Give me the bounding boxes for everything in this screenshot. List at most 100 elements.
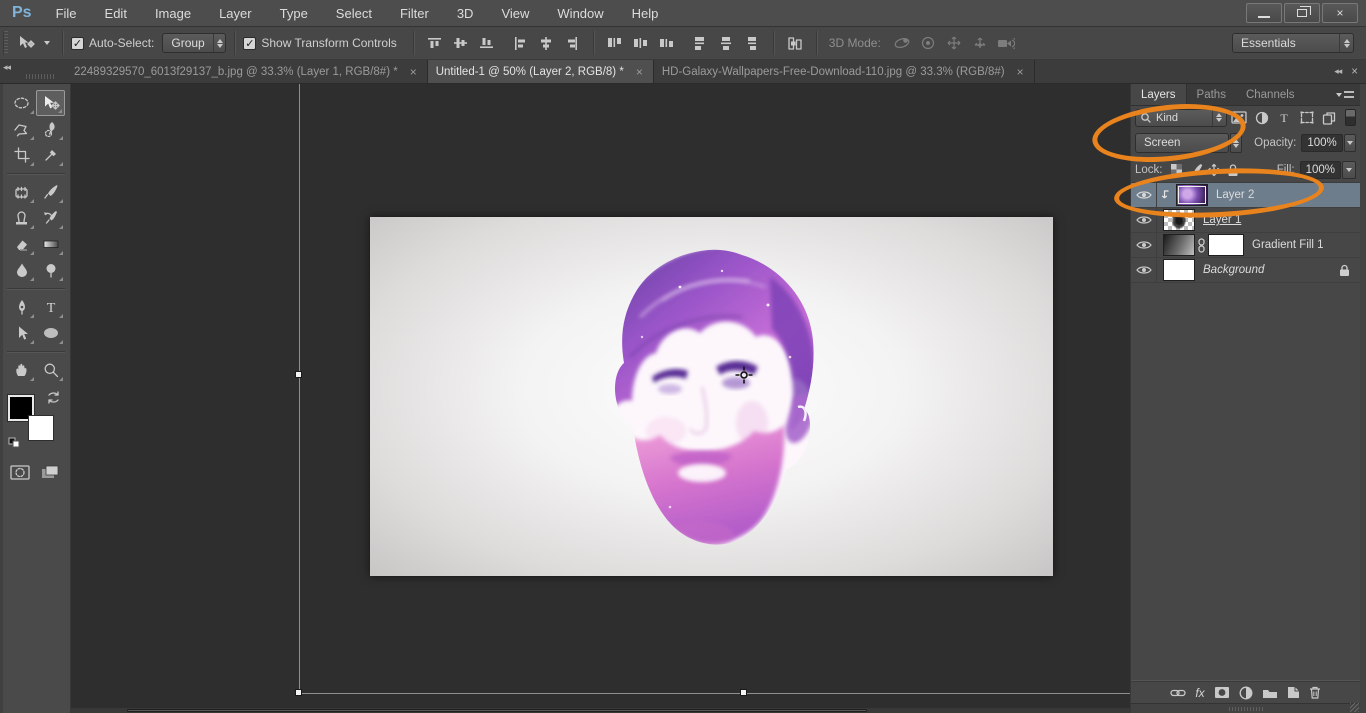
distribute-bottom-edges-icon[interactable] (655, 32, 679, 54)
tab-close-icon[interactable]: × (634, 65, 645, 79)
background-name[interactable]: Background (1203, 264, 1264, 276)
lock-position-icon[interactable] (1205, 161, 1224, 179)
3d-slide-icon[interactable] (968, 32, 992, 54)
marquee-tool[interactable] (7, 90, 36, 116)
default-colors-icon[interactable] (8, 437, 22, 449)
fill-dropdown-icon[interactable] (1342, 161, 1356, 179)
align-vertical-centers-icon[interactable] (449, 32, 473, 54)
transform-handle-bottom-middle[interactable] (740, 689, 747, 696)
filter-pixel-layers-icon[interactable] (1230, 109, 1250, 127)
distribute-right-edges-icon[interactable] (740, 32, 764, 54)
ellipse-shape-tool[interactable] (36, 320, 65, 346)
menu-window[interactable]: Window (543, 0, 617, 27)
visibility-cell[interactable] (1131, 183, 1157, 207)
hand-tool[interactable] (7, 357, 36, 383)
menu-view[interactable]: View (487, 0, 543, 27)
3d-roll-icon[interactable] (916, 32, 940, 54)
tab-channels[interactable]: Channels (1236, 84, 1305, 105)
new-layer-icon[interactable] (1287, 686, 1300, 699)
filter-smart-objects-icon[interactable] (1320, 109, 1340, 127)
lock-transparent-pixels-icon[interactable] (1167, 161, 1186, 179)
document-tab-2-active[interactable]: Untitled-1 @ 50% (Layer 2, RGB/8) * × (428, 60, 654, 83)
layer-1-name[interactable]: Layer 1 (1203, 214, 1241, 226)
collapse-panels-icon[interactable]: ◂◂ (1334, 66, 1341, 77)
visibility-cell[interactable] (1131, 258, 1157, 282)
layer-row-background[interactable]: Background (1131, 258, 1360, 283)
gradient-fill-thumbnail[interactable] (1163, 234, 1195, 256)
close-button[interactable]: × (1322, 3, 1358, 23)
canvas-pasteboard[interactable] (71, 84, 1130, 713)
opacity-dropdown-icon[interactable] (1344, 134, 1356, 152)
layer-2-name[interactable]: Layer 2 (1216, 189, 1254, 201)
history-brush-tool[interactable] (36, 205, 65, 231)
clone-stamp-tool[interactable] (7, 205, 36, 231)
horizontal-scrollbar[interactable] (71, 708, 1130, 713)
new-group-icon[interactable] (1262, 687, 1278, 699)
menu-filter[interactable]: Filter (386, 0, 443, 27)
visibility-cell[interactable] (1131, 208, 1157, 232)
3d-orbit-icon[interactable] (890, 32, 914, 54)
tools-dock-grip[interactable] (26, 74, 56, 79)
distribute-horizontal-centers-icon[interactable] (714, 32, 738, 54)
tab-close-icon[interactable]: × (408, 65, 419, 79)
visibility-cell[interactable] (1131, 233, 1157, 257)
move-tool[interactable] (36, 90, 65, 116)
gradient-fill-mask-thumbnail[interactable] (1208, 234, 1244, 256)
align-right-edges-icon[interactable] (560, 32, 584, 54)
quick-selection-tool[interactable] (36, 116, 65, 142)
background-color-swatch[interactable] (28, 415, 54, 441)
gradient-fill-name[interactable]: Gradient Fill 1 (1252, 239, 1324, 251)
type-tool[interactable]: T (36, 294, 65, 320)
auto-align-layers-icon[interactable] (783, 32, 807, 54)
filtering-toggle[interactable] (1345, 109, 1356, 126)
horizontal-scrollbar-thumb[interactable] (127, 709, 867, 712)
transform-handle-left-middle[interactable] (295, 371, 302, 378)
menu-help[interactable]: Help (618, 0, 673, 27)
filter-type-layers-icon[interactable]: T (1275, 109, 1295, 127)
fill-value-field[interactable]: 100% (1300, 161, 1341, 179)
align-top-edges-icon[interactable] (423, 32, 447, 54)
lasso-tool[interactable] (7, 116, 36, 142)
3d-camera-icon[interactable] (994, 32, 1018, 54)
menu-image[interactable]: Image (141, 0, 205, 27)
new-adjustment-layer-icon[interactable] (1239, 686, 1253, 700)
dodge-tool[interactable] (36, 257, 65, 283)
move-tool-preset-icon[interactable] (15, 32, 39, 54)
quick-mask-mode-icon[interactable] (10, 465, 30, 480)
menu-type[interactable]: Type (266, 0, 322, 27)
eraser-tool[interactable] (7, 231, 36, 257)
tool-preset-caret-icon[interactable] (44, 41, 50, 45)
document-canvas[interactable] (370, 217, 1053, 576)
document-tab-1[interactable]: 22489329570_6013f29137_b.jpg @ 33.3% (La… (66, 60, 428, 83)
layer-1-thumbnail[interactable] (1163, 209, 1195, 231)
tab-close-icon[interactable]: × (1015, 65, 1026, 79)
layer-row-layer-1[interactable]: Layer 1 (1131, 208, 1360, 233)
workspace-dropdown[interactable]: Essentials (1232, 33, 1354, 53)
transform-bounds-left-edge[interactable] (299, 84, 300, 694)
opacity-value-field[interactable]: 100% (1301, 134, 1342, 152)
brush-tool[interactable] (36, 179, 65, 205)
background-thumbnail[interactable] (1163, 259, 1195, 281)
menu-edit[interactable]: Edit (91, 0, 141, 27)
layer-row-gradient-fill-1[interactable]: Gradient Fill 1 (1131, 233, 1360, 258)
gradient-tool[interactable] (36, 231, 65, 257)
show-transform-checkbox[interactable]: ✓ (243, 37, 256, 50)
transform-handle-bottom-left[interactable] (295, 689, 302, 696)
options-grip[interactable] (3, 31, 8, 55)
panel-resize-grip[interactable] (1131, 703, 1360, 713)
blend-mode-stepper-icon[interactable] (1230, 133, 1242, 153)
lock-image-pixels-icon[interactable] (1186, 161, 1205, 179)
3d-pan-icon[interactable] (942, 32, 966, 54)
transform-bounds-bottom-edge[interactable] (299, 693, 1130, 694)
align-bottom-edges-icon[interactable] (475, 32, 499, 54)
filter-shape-layers-icon[interactable] (1297, 109, 1317, 127)
link-layers-icon[interactable] (1170, 688, 1186, 698)
distribute-top-edges-icon[interactable] (603, 32, 627, 54)
eyedropper-tool[interactable] (36, 142, 65, 168)
lock-all-icon[interactable] (1224, 161, 1243, 179)
auto-select-checkbox[interactable]: ✓ (71, 37, 84, 50)
auto-select-target-dropdown[interactable]: Group (162, 33, 226, 53)
blur-tool[interactable] (7, 257, 36, 283)
distribute-vertical-centers-icon[interactable] (629, 32, 653, 54)
path-selection-tool[interactable] (7, 320, 36, 346)
